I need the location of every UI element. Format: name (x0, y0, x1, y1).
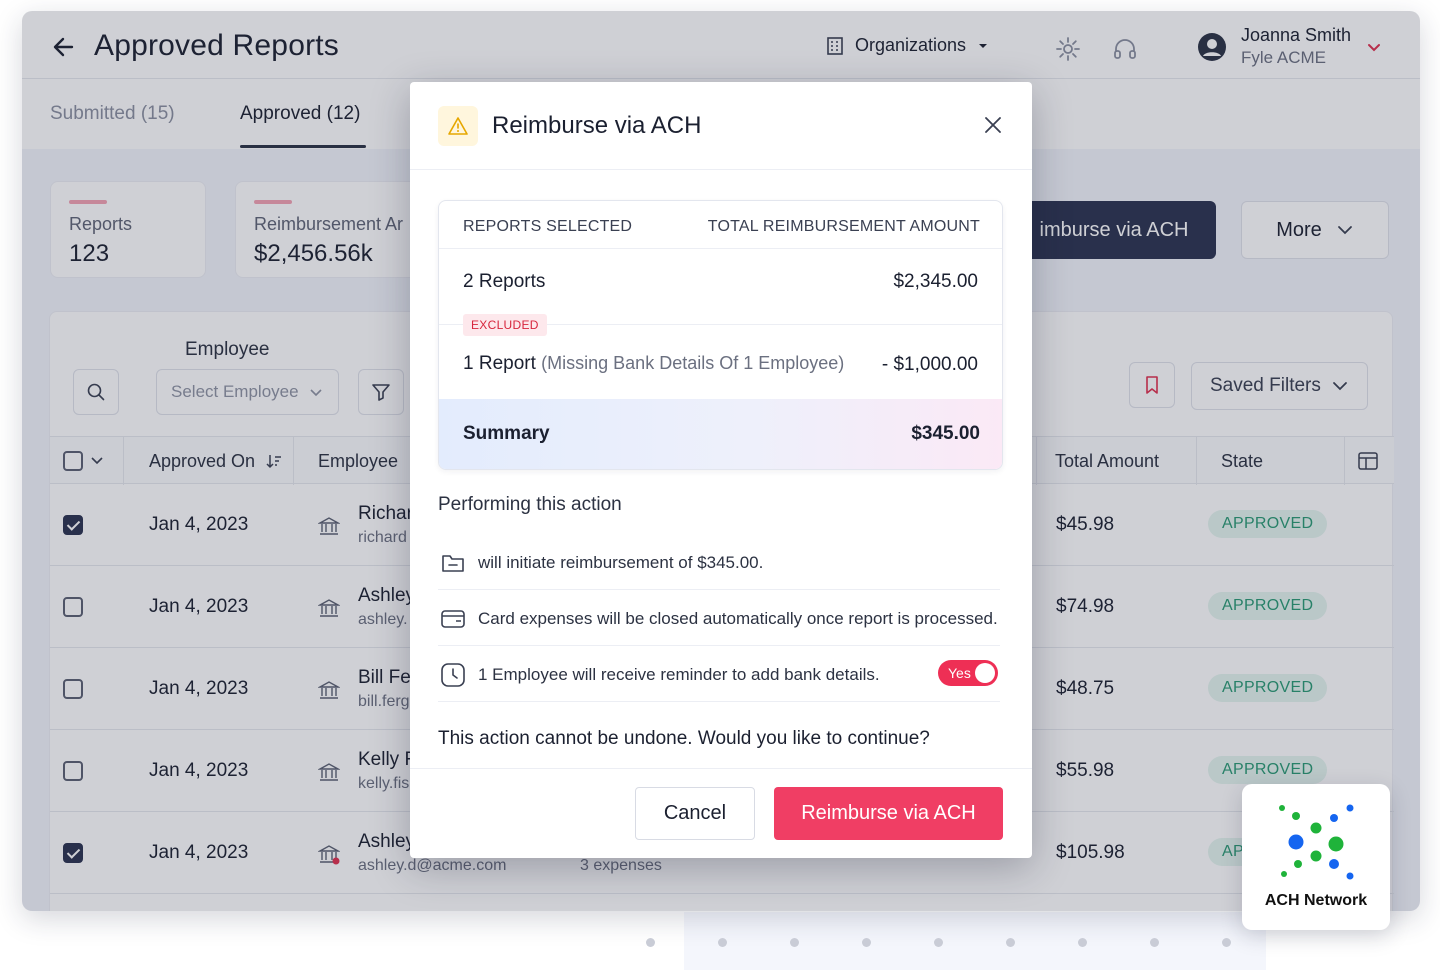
total-amount-heading: TOTAL REIMBURSEMENT AMOUNT (707, 218, 980, 235)
pager-dot (790, 938, 799, 947)
summary-card-header: REPORTS SELECTED TOTAL REIMBURSEMENT AMO… (439, 201, 1002, 249)
summary-label: Summary (463, 423, 550, 444)
effect-text: 1 Employee will receive reminder to add … (478, 665, 880, 684)
summary-row: Summary $345.00 (439, 399, 1002, 469)
modal-header: Reimburse via ACH (410, 82, 1032, 170)
effect-text: will initiate reimbursement of $345.00. (478, 553, 764, 572)
clock-icon (441, 663, 465, 687)
pager-dot (646, 938, 655, 947)
reimbursement-summary-card: REPORTS SELECTED TOTAL REIMBURSEMENT AMO… (438, 200, 1003, 470)
warning-badge (438, 106, 478, 146)
effect-text: Card expenses will be closed automatical… (478, 609, 998, 628)
pager-dot (862, 938, 871, 947)
background-strip (684, 912, 1266, 970)
ach-network-label: ACH Network (1264, 892, 1368, 909)
pager-dot (1222, 938, 1231, 947)
pager-dot (934, 938, 943, 947)
reports-selected-heading: REPORTS SELECTED (463, 218, 633, 235)
ach-network-badge: ACH Network (1242, 784, 1390, 930)
excluded-reports-label: 1 Report (463, 353, 536, 374)
toggle-knob (975, 663, 995, 683)
confirm-message: This action cannot be undone. Would you … (438, 728, 930, 749)
excluded-badge: EXCLUDED (463, 314, 547, 336)
summary-amount: $345.00 (911, 423, 980, 444)
reminder-toggle[interactable]: Yes (938, 660, 998, 686)
effect-item: 1 Employee will receive reminder to add … (438, 646, 1000, 702)
reimburse-via-ach-submit-button[interactable]: Reimburse via ACH (774, 787, 1003, 840)
close-icon[interactable] (980, 112, 1006, 138)
folder-icon (442, 555, 464, 572)
pager-dot (1150, 938, 1159, 947)
pager-dot (1006, 938, 1015, 947)
excluded-amount: - $1,000.00 (881, 354, 978, 375)
selected-reports-label: 2 Reports (463, 271, 546, 292)
performing-heading: Performing this action (438, 494, 622, 515)
modal-title: Reimburse via ACH (492, 112, 702, 139)
effect-item: Card expenses will be closed automatical… (438, 590, 1000, 646)
modal-footer: Cancel Reimburse via ACH (410, 768, 1032, 858)
effect-item: will initiate reimbursement of $345.00. (438, 534, 1000, 590)
reimburse-ach-modal: Reimburse via ACH REPORTS SELECTED TOTAL… (410, 82, 1032, 858)
cancel-button[interactable]: Cancel (635, 787, 755, 840)
selected-reports-amount: $2,345.00 (893, 271, 978, 292)
excluded-reason: (Missing Bank Details Of 1 Employee) (541, 353, 845, 373)
ach-network-logo-icon (1279, 804, 1354, 880)
excluded-reports-row: 1 Report (Missing Bank Details Of 1 Empl… (463, 353, 844, 375)
warning-icon (448, 117, 468, 135)
toggle-label: Yes (948, 665, 971, 681)
pager-dot (1078, 938, 1087, 947)
pager-dot (718, 938, 727, 947)
card-icon (441, 610, 465, 628)
